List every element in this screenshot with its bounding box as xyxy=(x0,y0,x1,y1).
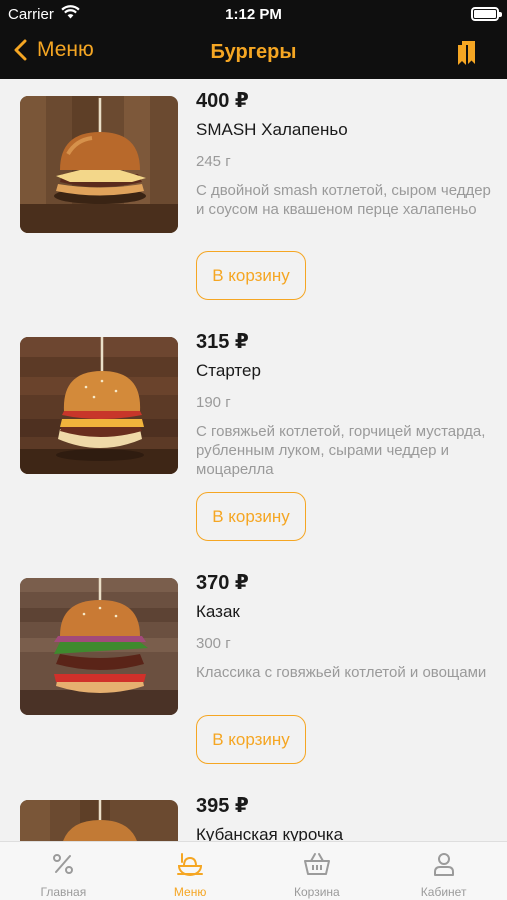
add-to-cart-button[interactable]: В корзину xyxy=(196,492,306,541)
product-info: 315 ₽ Стартер 190 г С говяжьей котлетой,… xyxy=(196,328,495,479)
add-to-cart-button[interactable]: В корзину xyxy=(196,715,306,764)
tab-home[interactable]: Главная xyxy=(0,842,127,900)
clock: 1:12 PM xyxy=(225,6,282,23)
product-image[interactable] xyxy=(20,96,178,233)
chevron-left-icon xyxy=(14,39,27,61)
battery-icon xyxy=(471,7,502,21)
tab-label: Меню xyxy=(173,885,207,899)
product-info: 370 ₽ Казак 300 г Классика с говяжьей ко… xyxy=(196,569,495,682)
product-price: 400 ₽ xyxy=(196,90,249,112)
tab-label: Корзина xyxy=(294,885,340,899)
product-price: 395 ₽ xyxy=(196,795,249,817)
tab-cart[interactable]: Корзина xyxy=(254,842,381,900)
product-name: Стартер xyxy=(196,361,261,380)
tab-label: Главная xyxy=(40,885,87,899)
product-weight: 300 г xyxy=(196,635,231,652)
add-to-cart-button[interactable]: В корзину xyxy=(196,251,306,300)
back-button[interactable]: Меню xyxy=(14,38,94,62)
tab-label: Кабинет xyxy=(420,885,467,899)
product-weight: 245 г xyxy=(196,153,231,170)
percent-icon xyxy=(51,852,75,876)
product-image[interactable] xyxy=(20,800,178,841)
product-description: Классика с говяжьей котлетой и овощами xyxy=(196,664,487,681)
bookmark-icon xyxy=(458,41,475,65)
product-info: 400 ₽ SMASH Халапеньо 245 г С двойной sm… xyxy=(196,87,495,219)
navigation-bar: Меню Бургеры xyxy=(0,30,507,79)
status-bar: Carrier 1:12 PM xyxy=(0,0,507,30)
bookmark-button[interactable] xyxy=(457,40,477,71)
header: Carrier 1:12 PM Меню Бургеры xyxy=(0,0,507,79)
product-description: С говяжьей котлетой, горчицей мустарда, … xyxy=(196,423,486,478)
tab-menu[interactable]: Меню xyxy=(127,842,254,900)
menu-dish-icon xyxy=(176,852,204,876)
product-price: 315 ₽ xyxy=(196,331,249,353)
product-image[interactable] xyxy=(20,337,178,474)
product-name: Кубанская курочка xyxy=(196,825,344,841)
profile-icon xyxy=(432,852,456,876)
back-label: Меню xyxy=(37,38,94,61)
product-name: SMASH Халапеньо xyxy=(196,120,348,139)
product-name: Казак xyxy=(196,602,240,621)
tab-bar: Главная Меню Корзина Кабинет xyxy=(0,841,507,900)
product-description: С двойной smash котлетой, сыром чеддер и… xyxy=(196,182,491,218)
product-list[interactable]: 400 ₽ SMASH Халапеньо 245 г С двойной sm… xyxy=(0,79,507,841)
tab-profile[interactable]: Кабинет xyxy=(380,842,507,900)
product-info: 395 ₽ Кубанская курочка xyxy=(196,792,495,841)
basket-icon xyxy=(303,852,331,876)
product-price: 370 ₽ xyxy=(196,572,249,594)
product-image[interactable] xyxy=(20,578,178,715)
product-weight: 190 г xyxy=(196,394,231,411)
